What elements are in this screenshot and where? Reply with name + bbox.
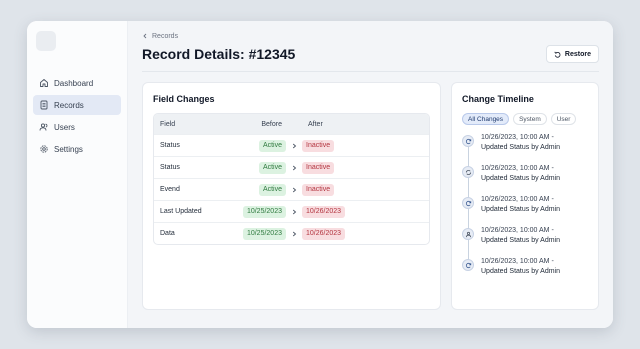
timeline-entry[interactable]: 10/26/2023, 10:00 AM - Updated Status by… xyxy=(462,226,588,257)
timeline-time: 10/26/2023, 10:00 AM - xyxy=(481,134,554,141)
field-name: Data xyxy=(160,230,175,237)
timeline-action: Updated Status by Admin xyxy=(481,237,560,244)
timeline-filters: All Changes System User xyxy=(462,113,588,125)
breadcrumb[interactable]: Records xyxy=(142,31,599,41)
sidebar-item-users[interactable]: Users xyxy=(33,117,121,137)
after-value: 10/26/2023 xyxy=(302,227,346,240)
timeline-action: Updated Status by Admin xyxy=(481,268,560,275)
field-changes-card: Field Changes Field Before After Status … xyxy=(142,82,441,310)
sidebar-item-label: Settings xyxy=(54,144,83,154)
field-name: Status xyxy=(160,142,180,149)
restore-button[interactable]: Restore xyxy=(545,45,599,63)
sidebar-item-label: Dashboard xyxy=(54,78,94,88)
after-value: Inactive xyxy=(302,139,335,152)
field-changes-table: Field Before After Status Active Inactiv… xyxy=(153,113,430,245)
after-value: Inactive xyxy=(302,161,335,174)
field-changes-title: Field Changes xyxy=(153,94,215,104)
refresh-icon xyxy=(465,200,471,206)
field-name: Last Updated xyxy=(160,208,202,215)
refresh-icon xyxy=(465,262,471,268)
users-icon xyxy=(39,123,48,131)
after-value: Inactive xyxy=(302,183,335,196)
sidebar: Dashboard Records Users Settings xyxy=(27,21,128,328)
timeline-action: Updated Status by Admin xyxy=(481,206,560,213)
timeline-action: Updated Status by Admin xyxy=(481,144,560,151)
before-value: 10/25/2023 xyxy=(242,205,286,218)
document-icon xyxy=(40,100,48,110)
before-value: Active xyxy=(258,183,286,196)
before-value: Active xyxy=(258,139,286,152)
filter-system[interactable]: System xyxy=(513,113,547,125)
page-title: Record Details: #12345 xyxy=(142,46,296,62)
chevron-right-icon xyxy=(292,165,296,170)
restore-label[interactable]: Restore xyxy=(565,51,591,58)
timeline-time: 10/26/2023, 10:00 AM - xyxy=(481,227,554,234)
timeline-list: 10/26/2023, 10:00 AM - Updated Status by… xyxy=(462,133,588,288)
table-row[interactable]: Evend Active Inactive xyxy=(154,178,429,200)
after-value: 10/26/2023 xyxy=(302,205,346,218)
before-value: 10/25/2023 xyxy=(242,227,286,240)
timeline-action: Updated Status by Admin xyxy=(481,175,560,182)
timeline-entry[interactable]: 10/26/2023, 10:00 AM - Updated Status by… xyxy=(462,257,588,288)
table-header: Field Before After xyxy=(154,114,429,134)
timeline-time: 10/26/2023, 10:00 AM - xyxy=(481,165,554,172)
filter-user[interactable]: User xyxy=(550,113,577,125)
timeline-entry[interactable]: 10/26/2023, 10:00 AM - Updated Status by… xyxy=(462,195,588,226)
change-timeline-title: Change Timeline xyxy=(462,94,534,104)
column-header-field: Field xyxy=(160,120,176,128)
chevron-left-icon xyxy=(143,33,147,39)
table-row[interactable]: Status Active Inactive xyxy=(154,156,429,178)
home-icon xyxy=(40,79,48,87)
column-header-before: Before xyxy=(261,120,282,128)
sidebar-item-settings[interactable]: Settings xyxy=(33,139,121,159)
chevron-right-icon xyxy=(292,143,296,148)
before-value: Active xyxy=(258,161,286,174)
chevron-right-icon xyxy=(292,209,296,214)
refresh-icon xyxy=(465,138,471,144)
user-icon xyxy=(465,231,471,237)
breadcrumb-label[interactable]: Records xyxy=(152,33,178,40)
sidebar-item-records[interactable]: Records xyxy=(33,95,121,115)
change-timeline-card: Change Timeline All Changes System User … xyxy=(451,82,599,310)
sidebar-item-label: Records xyxy=(54,100,84,110)
chevron-right-icon xyxy=(292,231,296,236)
page-header: Record Details: #12345 Restore xyxy=(142,45,599,72)
sidebar-item-label: Users xyxy=(54,122,75,132)
app-logo xyxy=(36,31,56,51)
app-window: Dashboard Records Users Settings Records… xyxy=(27,21,613,328)
undo-icon xyxy=(554,51,561,58)
timeline-time: 10/26/2023, 10:00 AM - xyxy=(481,258,554,265)
field-name: Evend xyxy=(160,186,180,193)
gear-icon xyxy=(40,145,48,153)
main-content: Records Record Details: #12345 Restore F… xyxy=(128,21,613,328)
timeline-entry[interactable]: 10/26/2023, 10:00 AM - Updated Status by… xyxy=(462,133,588,164)
field-name: Status xyxy=(160,164,180,171)
sync-icon xyxy=(465,169,471,175)
table-row[interactable]: Status Active Inactive xyxy=(154,134,429,156)
timeline-time: 10/26/2023, 10:00 AM - xyxy=(481,196,554,203)
content-cards: Field Changes Field Before After Status … xyxy=(142,82,599,310)
filter-all-changes[interactable]: All Changes xyxy=(462,113,510,125)
chevron-right-icon xyxy=(292,187,296,192)
column-header-after: After xyxy=(308,120,323,128)
sidebar-item-dashboard[interactable]: Dashboard xyxy=(33,73,121,93)
table-row[interactable]: Data 10/25/2023 10/26/2023 xyxy=(154,222,429,244)
timeline-entry[interactable]: 10/26/2023, 10:00 AM - Updated Status by… xyxy=(462,164,588,195)
table-row[interactable]: Last Updated 10/25/2023 10/26/2023 xyxy=(154,200,429,222)
